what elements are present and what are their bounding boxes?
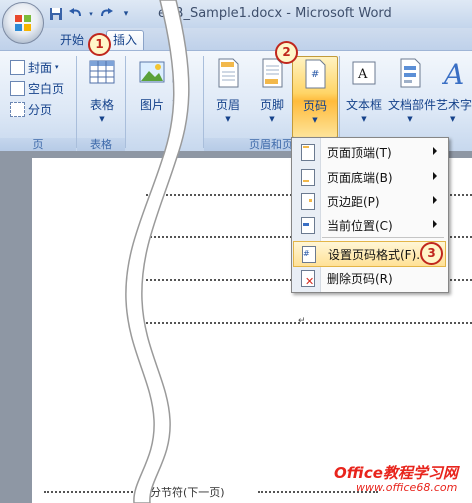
callout-step-2: 2: [275, 41, 298, 64]
page-number-menu: 页面顶端(T) 页面底端(B) 页边距(P) 当前位置(C) # 设置页码格式(…: [291, 137, 449, 293]
menu-item-current-position[interactable]: 当前位置(C): [293, 213, 446, 237]
page-margin-icon: [299, 193, 315, 210]
menu-item-remove-page-numbers[interactable]: ✕ 删除页码(R): [293, 266, 446, 290]
format-page-number-icon: #: [300, 246, 316, 263]
page-bottom-icon: [299, 169, 315, 186]
watermark-brand: Office教程学习网: [334, 464, 458, 482]
menu-separator: [322, 237, 444, 238]
callout-step-1: 1: [88, 33, 111, 56]
menu-item-bottom-of-page[interactable]: 页面底端(B): [293, 165, 446, 189]
menu-item-page-margins[interactable]: 页边距(P): [293, 189, 446, 213]
submenu-arrow-icon: [433, 196, 437, 204]
menu-item-top-of-page[interactable]: 页面顶端(T): [293, 140, 446, 164]
submenu-arrow-icon: [433, 220, 437, 228]
remove-page-number-icon: ✕: [299, 270, 315, 288]
callout-step-3: 3: [420, 242, 443, 265]
submenu-arrow-icon: [433, 172, 437, 180]
page-top-icon: [299, 144, 315, 161]
submenu-arrow-icon: [433, 147, 437, 155]
watermark-url: www.office68.com: [356, 481, 458, 494]
current-position-icon: [299, 217, 315, 234]
